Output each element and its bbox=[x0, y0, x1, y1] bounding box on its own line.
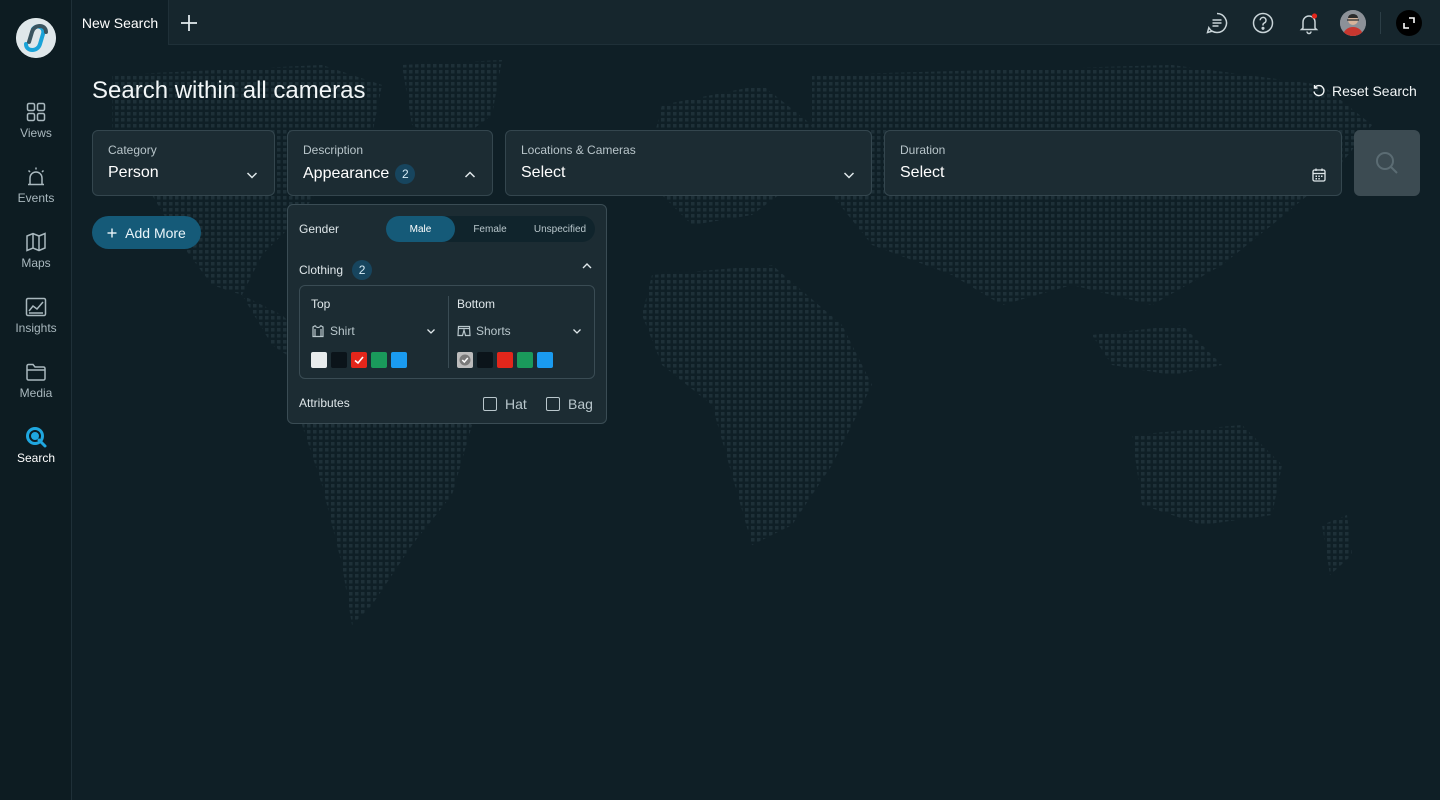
category-select[interactable]: Category Person bbox=[92, 130, 275, 196]
sidebar-item-label: Media bbox=[19, 386, 53, 400]
gender-option-male[interactable]: Male bbox=[386, 216, 455, 242]
attributes-label: Attributes bbox=[299, 396, 350, 410]
locations-value: Select bbox=[521, 164, 566, 181]
description-select[interactable]: Description Appearance 2 bbox=[287, 130, 493, 196]
hat-label: Hat bbox=[505, 396, 527, 412]
chevron-down-icon bbox=[843, 172, 855, 179]
top-label: Top bbox=[311, 297, 331, 311]
page-title: Search within all cameras bbox=[92, 77, 366, 104]
reset-icon bbox=[1313, 84, 1325, 97]
plus-icon[interactable] bbox=[177, 11, 201, 35]
gender-option-unspecified[interactable]: Unspecified bbox=[525, 216, 595, 242]
map-icon bbox=[26, 232, 46, 252]
bottom-select[interactable]: Shorts bbox=[457, 324, 583, 338]
top-select[interactable]: Shirt bbox=[311, 324, 437, 338]
folder-icon bbox=[26, 363, 46, 381]
locations-select[interactable]: Locations & Cameras Select bbox=[505, 130, 872, 196]
topbar-divider bbox=[1380, 12, 1381, 34]
description-count-badge: 2 bbox=[395, 164, 416, 184]
expand-button[interactable] bbox=[1396, 10, 1422, 36]
sidebar-item-maps[interactable]: Maps bbox=[0, 230, 72, 286]
shorts-icon bbox=[457, 325, 471, 337]
duration-value: Select bbox=[900, 164, 945, 181]
description-label: Description bbox=[303, 143, 364, 157]
clothing-box: Top Shirt Bottom Shorts bbox=[299, 285, 595, 379]
appearance-panel: Gender Male Female Unspecified Clothing … bbox=[287, 204, 607, 424]
check-icon bbox=[354, 356, 364, 365]
reset-search-label: Reset Search bbox=[1332, 83, 1417, 99]
search-icon bbox=[26, 427, 47, 448]
chat-icon[interactable] bbox=[1205, 11, 1229, 35]
top-value: Shirt bbox=[330, 324, 355, 338]
help-icon[interactable] bbox=[1251, 11, 1275, 35]
check-icon bbox=[459, 354, 471, 366]
sidebar-item-label: Views bbox=[20, 126, 52, 140]
duration-select[interactable]: Duration Select bbox=[884, 130, 1342, 196]
search-icon bbox=[1376, 152, 1398, 174]
top-bar: New Search bbox=[72, 0, 1440, 45]
sidebar-item-views[interactable]: Views bbox=[0, 100, 72, 156]
bell-icon[interactable] bbox=[1297, 11, 1321, 35]
sidebar-item-media[interactable]: Media bbox=[0, 360, 72, 416]
sidebar-item-label: Maps bbox=[21, 256, 51, 270]
gender-toggle: Male Female Unspecified bbox=[386, 216, 595, 242]
gender-option-female[interactable]: Female bbox=[455, 216, 525, 242]
bag-label: Bag bbox=[568, 396, 593, 412]
sidebar-item-search[interactable]: Search bbox=[0, 425, 72, 481]
bottom-value: Shorts bbox=[476, 324, 511, 338]
reset-search-button[interactable]: Reset Search bbox=[1312, 83, 1417, 99]
add-more-label: Add More bbox=[125, 224, 186, 241]
chevron-up-icon[interactable] bbox=[580, 259, 594, 273]
tab-label: New Search bbox=[81, 14, 159, 31]
tab-new-search[interactable]: New Search bbox=[72, 0, 169, 45]
bottom-color-red[interactable] bbox=[497, 352, 513, 368]
sidebar: Views Events Maps Insights Media Search bbox=[0, 0, 72, 800]
shirt-icon bbox=[312, 324, 324, 338]
sidebar-item-insights[interactable]: Insights bbox=[0, 295, 72, 351]
checkbox-box bbox=[546, 397, 560, 411]
app-logo[interactable] bbox=[16, 18, 56, 58]
checkbox-box bbox=[483, 397, 497, 411]
alarm-icon bbox=[27, 167, 45, 186]
locations-label: Locations & Cameras bbox=[521, 143, 636, 157]
description-value: Appearance bbox=[303, 165, 390, 182]
clothing-count-badge: 2 bbox=[352, 260, 373, 280]
category-label: Category bbox=[108, 143, 157, 157]
sidebar-item-label: Insights bbox=[15, 321, 57, 335]
sidebar-item-label: Search bbox=[16, 451, 56, 465]
sidebar-item-events[interactable]: Events bbox=[0, 165, 72, 221]
chevron-up-icon bbox=[464, 171, 476, 178]
bottom-color-grey[interactable] bbox=[457, 352, 473, 368]
bottom-label: Bottom bbox=[457, 297, 496, 311]
clothing-label: Clothing bbox=[299, 263, 344, 277]
sidebar-item-label: Events bbox=[17, 191, 55, 205]
chart-icon bbox=[25, 297, 47, 317]
add-more-button[interactable]: Add More bbox=[92, 216, 201, 249]
gender-label: Gender bbox=[299, 222, 340, 236]
clothing-header[interactable]: Clothing 2 bbox=[299, 260, 373, 280]
top-color-white[interactable] bbox=[311, 352, 327, 368]
top-color-black[interactable] bbox=[331, 352, 347, 368]
clothing-divider bbox=[448, 296, 449, 368]
plus-icon bbox=[107, 228, 117, 237]
bottom-color-black[interactable] bbox=[477, 352, 493, 368]
chevron-down-icon bbox=[427, 329, 435, 334]
search-button[interactable] bbox=[1354, 130, 1420, 196]
chevron-down-icon bbox=[246, 172, 258, 179]
avatar[interactable] bbox=[1340, 10, 1366, 36]
bottom-color-green[interactable] bbox=[517, 352, 533, 368]
category-value: Person bbox=[108, 164, 159, 181]
top-color-red[interactable] bbox=[351, 352, 367, 368]
hat-checkbox[interactable]: Hat bbox=[483, 396, 527, 412]
top-color-green[interactable] bbox=[371, 352, 387, 368]
grid-icon bbox=[26, 102, 46, 122]
top-color-blue[interactable] bbox=[391, 352, 407, 368]
calendar-icon bbox=[1312, 168, 1326, 182]
duration-label: Duration bbox=[900, 143, 946, 157]
expand-icon bbox=[1403, 17, 1415, 29]
bag-checkbox[interactable]: Bag bbox=[546, 396, 593, 412]
chevron-down-icon bbox=[573, 329, 581, 334]
bottom-color-blue[interactable] bbox=[537, 352, 553, 368]
